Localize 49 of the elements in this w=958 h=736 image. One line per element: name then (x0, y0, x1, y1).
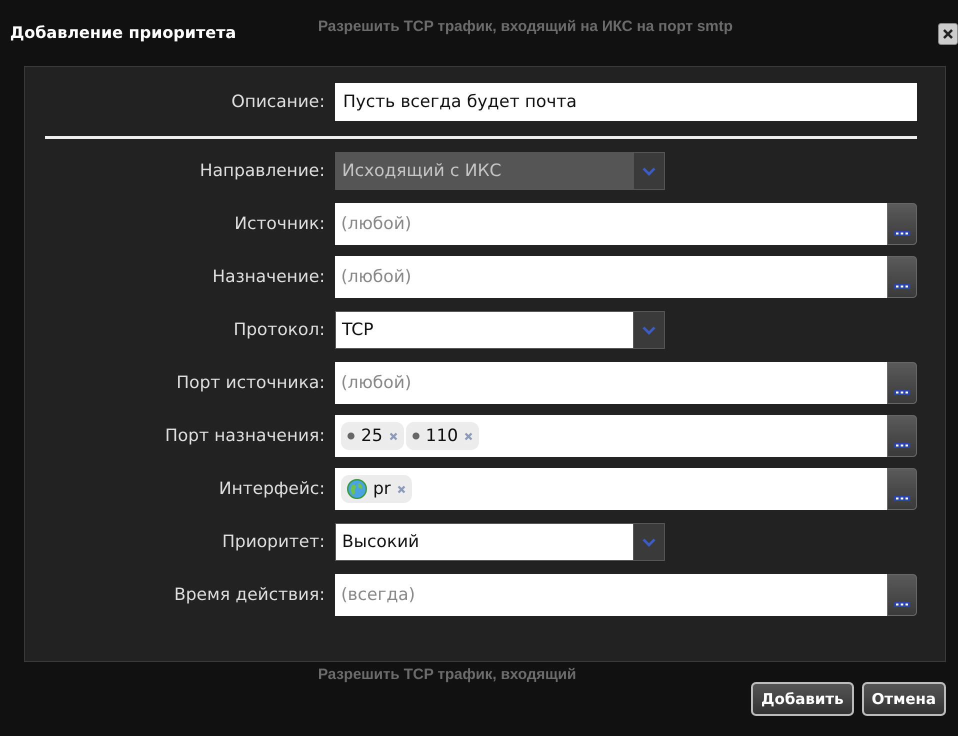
dialog-button[interactable]: Добавить (751, 682, 854, 716)
field-label: Время действия: (173, 585, 325, 605)
browse-button[interactable] (887, 256, 917, 298)
dropdown-field[interactable]: TCP (335, 311, 665, 349)
browse-button[interactable] (887, 574, 917, 616)
chevron-down-icon (642, 166, 656, 176)
token-chip: pr (341, 475, 412, 503)
dot-icon (412, 432, 420, 440)
chevron-down-icon (642, 538, 656, 546)
more-icon (894, 284, 910, 289)
dialog-button[interactable]: Отмена (862, 682, 946, 716)
token-chip: 25 (341, 422, 404, 450)
dropdown-field[interactable]: Высокий (335, 523, 665, 561)
field-label: Порт назначения: (164, 426, 325, 446)
field-label: Интерфейс: (218, 479, 325, 499)
background-text: Разрешить TCP трафик, входящий на ИКС на порт smtp (318, 18, 733, 35)
chevron-down-icon (642, 326, 656, 334)
field-label: Назначение: (211, 267, 325, 287)
dot-icon (347, 432, 355, 440)
field-label: Источник: (233, 214, 325, 234)
more-icon (894, 602, 910, 607)
token-chip: 110 (406, 422, 480, 450)
remove-icon[interactable] (464, 432, 474, 440)
more-icon (894, 231, 910, 236)
field-label: Протокол: (232, 320, 325, 340)
input-field[interactable]: pr (335, 468, 887, 510)
input-field[interactable]: 25 110 (335, 415, 887, 457)
field-label: Описание: (230, 92, 325, 112)
browse-button[interactable] (887, 362, 917, 404)
field-label: Направление: (198, 161, 325, 181)
globe-icon (347, 479, 367, 499)
close-button[interactable] (938, 23, 958, 45)
browse-button[interactable] (887, 203, 917, 245)
browse-button[interactable] (887, 468, 917, 510)
background-text: Разрешить TCP трафик, входящий (318, 666, 576, 683)
field-label: Порт источника: (175, 373, 325, 393)
input-field[interactable]: (любой) (335, 203, 887, 245)
more-icon (894, 443, 910, 448)
field-label: Приоритет: (221, 532, 325, 552)
more-icon (894, 496, 910, 501)
more-icon (894, 390, 910, 395)
remove-icon[interactable] (396, 484, 406, 494)
input-field[interactable]: (любой) (335, 362, 887, 404)
browse-button[interactable] (887, 415, 917, 457)
close-icon (942, 28, 954, 40)
input-field[interactable]: (всегда) (335, 574, 887, 616)
remove-icon[interactable] (388, 432, 398, 440)
description-field[interactable]: Пусть всегда будет почта (335, 83, 917, 121)
input-field[interactable]: (любой) (335, 256, 887, 298)
